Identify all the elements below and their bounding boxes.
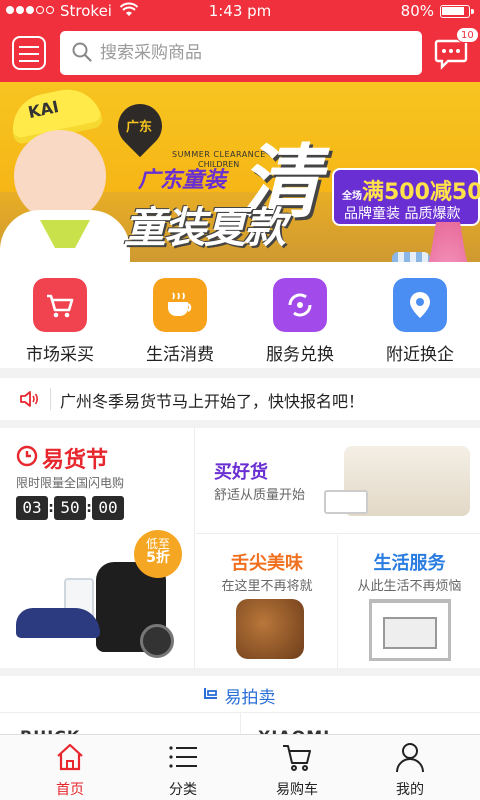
- auction-label: 易拍卖: [224, 688, 276, 708]
- cup-icon: [153, 278, 207, 332]
- banner-brand-text: 广东童装: [138, 168, 227, 193]
- discount-top: 低至: [145, 537, 170, 551]
- countdown-seconds: 00: [92, 496, 124, 520]
- tab-profile[interactable]: 我的: [350, 735, 470, 800]
- good-goods-card[interactable]: 买好货 舒适从质量开始: [196, 428, 480, 534]
- notice-bar[interactable]: 广州冬季易货节马上开始了，快快报名吧！: [0, 378, 480, 420]
- quick-item-label: 服务兑换: [266, 345, 334, 365]
- discount-value: 5折: [146, 550, 170, 566]
- countdown-minutes: 50: [54, 496, 86, 520]
- notice-text: 广州冬季易货节马上开始了，快快报名吧！: [60, 392, 365, 411]
- tab-cart[interactable]: 易购车: [237, 735, 357, 800]
- discount-badge: 低至 5折: [134, 530, 182, 578]
- speaker-icon: [20, 391, 39, 407]
- good-goods-title: 买好货: [214, 462, 268, 483]
- exchange-icon: [273, 278, 327, 332]
- app-screen: Strokei 1:43 pm 80% 10 KAI 广东: [0, 0, 480, 800]
- quick-item-label: 附近换企: [386, 345, 454, 365]
- message-count-badge: 10: [456, 27, 479, 43]
- table-image: [324, 490, 368, 514]
- tab-bar: 首页 分类 易购车 我的: [0, 734, 480, 800]
- promo-main: 满500减50: [362, 180, 480, 205]
- service-subtitle: 从此生活不再烦恼: [357, 579, 462, 594]
- promo-prefix: 全场: [342, 191, 362, 202]
- search-box[interactable]: [60, 31, 422, 75]
- user-icon: [396, 743, 424, 773]
- quick-item-life[interactable]: 生活消费: [120, 278, 240, 368]
- festival-card[interactable]: 易货节 限时限量全国闪电购 03 : 50 : 00 低至 5折: [0, 428, 195, 668]
- tab-category[interactable]: 分类: [123, 735, 243, 800]
- food-title: 舌尖美味: [231, 553, 303, 574]
- banner-main-text: 童装夏款: [124, 203, 286, 252]
- notice-divider: [50, 388, 51, 410]
- quick-item-nearby[interactable]: 附近换企: [360, 278, 480, 368]
- food-subtitle: 在这里不再将就: [221, 579, 313, 594]
- promo-banner[interactable]: KAI 广东 SUMMER CLEARANCE CHILDREN 广东童装 清 …: [0, 82, 480, 262]
- battery-icon: [440, 5, 474, 18]
- location-icon: [393, 278, 447, 332]
- quick-item-service[interactable]: 服务兑换: [240, 278, 360, 368]
- shoe-image: [16, 608, 100, 638]
- clock-icon: [16, 445, 38, 467]
- tab-label: 易购车: [276, 782, 318, 798]
- countdown-timer: 03 : 50 : 00: [16, 496, 124, 520]
- food-image: [236, 599, 304, 659]
- tab-label: 我的: [396, 782, 424, 798]
- promo-grid: 易货节 限时限量全国闪电购 03 : 50 : 00 低至 5折 买好货 舒适从…: [0, 428, 480, 668]
- top-bar: Strokei 1:43 pm 80% 10: [0, 0, 480, 82]
- banner-kid-image: [14, 130, 106, 222]
- microwave-image: [383, 617, 437, 649]
- banner-location-tag: 广东: [126, 120, 153, 135]
- cart-icon: [33, 278, 87, 332]
- quick-item-market[interactable]: 市场采买: [0, 278, 120, 368]
- watch-image: [140, 624, 174, 658]
- promo-sub: 品牌童装 品质爆款: [344, 206, 461, 222]
- countdown-hours: 03: [16, 496, 48, 520]
- service-card[interactable]: 生活服务 从此生活不再烦恼: [339, 535, 480, 668]
- battery-percent: 80%: [400, 2, 434, 20]
- banner-clothes-image: [392, 252, 430, 262]
- list-icon: [169, 746, 197, 768]
- auction-section-header[interactable]: 易拍卖: [0, 676, 480, 712]
- tab-label: 分类: [169, 782, 197, 798]
- menu-button[interactable]: [12, 36, 46, 70]
- search-icon: [72, 42, 92, 62]
- tab-label: 首页: [56, 782, 84, 798]
- home-icon: [57, 743, 83, 771]
- festival-title: 易货节: [42, 448, 109, 473]
- service-title: 生活服务: [373, 553, 446, 574]
- cart-icon: [283, 745, 311, 771]
- tab-home[interactable]: 首页: [10, 735, 130, 800]
- status-bar: Strokei 1:43 pm 80%: [0, 0, 480, 22]
- search-input[interactable]: [100, 39, 400, 67]
- banner-promo-box: 全场满500减50 品牌童装 品质爆款: [332, 168, 480, 226]
- quick-menu: 市场采买 生活消费 服务兑换 附近换企: [0, 262, 480, 368]
- festival-subtitle: 限时限量全国闪电购: [16, 476, 125, 490]
- quick-item-label: 市场采买: [26, 345, 94, 365]
- good-goods-subtitle: 舒适从质量开始: [214, 488, 306, 503]
- quick-item-label: 生活消费: [146, 345, 214, 365]
- food-card[interactable]: 舌尖美味 在这里不再将就: [196, 535, 338, 668]
